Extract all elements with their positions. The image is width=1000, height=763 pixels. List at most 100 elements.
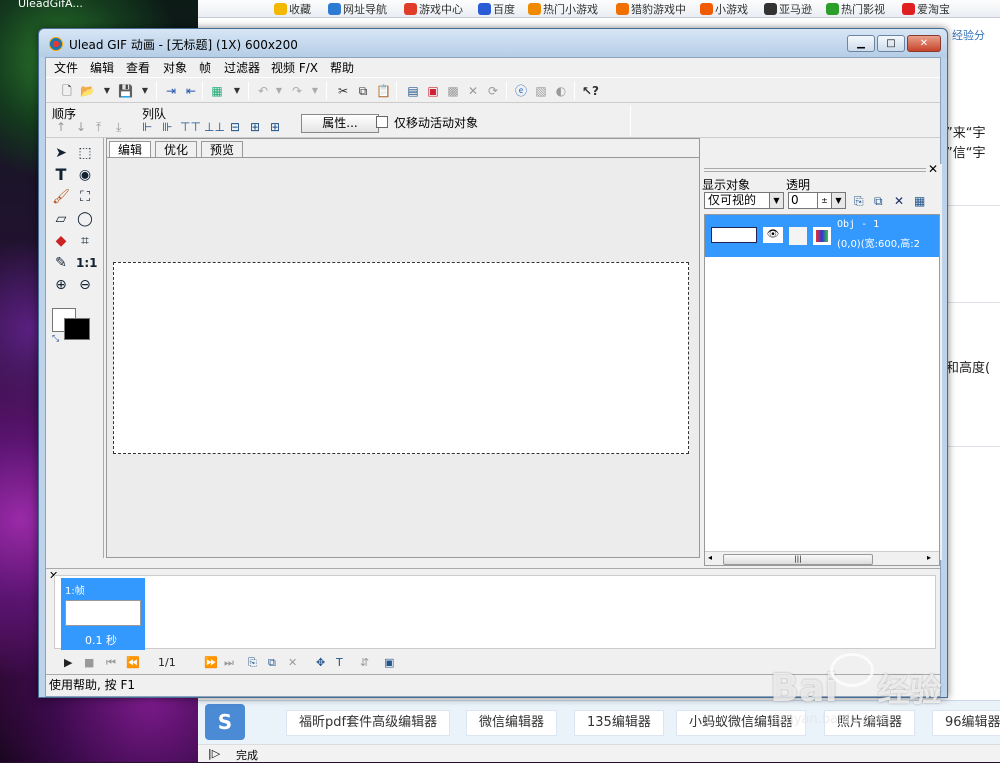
tab-optimize[interactable]: 优化: [155, 141, 198, 158]
menu-file[interactable]: 文件: [54, 59, 78, 76]
bookmark-nav[interactable]: 网址导航: [328, 1, 387, 17]
transform-tool-icon[interactable]: ◉: [76, 166, 94, 184]
align-top-icon[interactable]: ⊤⊤: [180, 120, 201, 134]
menu-object[interactable]: 对象: [163, 59, 187, 76]
tool-135-editor[interactable]: 135编辑器: [574, 710, 664, 736]
frame-icon[interactable]: ▤: [406, 84, 420, 98]
redo-icon[interactable]: ↷: [290, 84, 304, 98]
duplicate-object-icon[interactable]: ⧉: [874, 194, 883, 209]
spin-icon[interactable]: ±: [817, 193, 831, 208]
rotate-icon[interactable]: ⟳: [486, 84, 500, 98]
play-icon[interactable]: ▶: [64, 656, 72, 669]
minimize-button[interactable]: ▁: [847, 35, 875, 52]
bookmark-games[interactable]: 游戏中心: [404, 1, 463, 17]
bookmark-baidu[interactable]: 百度: [478, 1, 515, 17]
tween-icon[interactable]: ✥: [316, 656, 325, 669]
first-frame-icon[interactable]: ⏮: [106, 656, 116, 670]
swap-colors-icon[interactable]: ⤡: [52, 334, 59, 344]
object-list-item[interactable]: 👁 Obj - 1 (0,0)(宽:600,高:2: [705, 215, 939, 257]
delete-object-icon[interactable]: ✕: [894, 194, 904, 208]
menu-edit[interactable]: 编辑: [90, 59, 114, 76]
dropdown-icon[interactable]: ▼: [272, 84, 286, 98]
delete-frame-icon[interactable]: ✕: [288, 656, 297, 669]
horizontal-scrollbar[interactable]: ◂ ||| ▸: [705, 551, 939, 565]
actual-size-icon[interactable]: 1:1: [76, 254, 98, 272]
optimize-icon[interactable]: ▧: [534, 84, 548, 98]
breadcrumb[interactable]: 经验分: [952, 27, 985, 43]
zoom-out-icon[interactable]: ⊖: [76, 276, 94, 294]
frame-properties-icon[interactable]: ▣: [384, 656, 394, 669]
panel-grip[interactable]: [704, 168, 926, 172]
eyedropper-tool-icon[interactable]: ✎: [52, 254, 70, 272]
menu-video-fx[interactable]: 视频 F/X: [271, 59, 318, 76]
move-active-only-checkbox[interactable]: [376, 116, 388, 128]
send-to-back-icon[interactable]: ⤓: [116, 120, 121, 135]
dropdown-icon[interactable]: ▼: [308, 84, 322, 98]
eraser-tool-icon[interactable]: ▱: [52, 210, 70, 228]
copy-icon[interactable]: ⧉: [356, 84, 370, 98]
tab-edit[interactable]: 编辑: [109, 141, 152, 158]
save-icon[interactable]: 💾: [118, 84, 133, 98]
import-icon[interactable]: ⇥: [164, 84, 178, 98]
bookmark-hot-games[interactable]: 热门小游戏: [528, 1, 598, 17]
scroll-right-icon[interactable]: ▸: [927, 553, 931, 562]
lock-toggle[interactable]: [789, 227, 807, 245]
pick-tool-icon[interactable]: ➤: [52, 144, 70, 162]
crop-tool-icon[interactable]: ⌗: [76, 232, 94, 250]
lasso-tool-icon[interactable]: ⛶: [76, 188, 94, 206]
bring-forward-icon[interactable]: ↑: [56, 120, 66, 134]
sidebar-toggle-icon[interactable]: |▷: [208, 747, 220, 760]
panel-close-icon[interactable]: ✕: [928, 162, 938, 176]
bookmark-movies[interactable]: 热门影视: [826, 1, 885, 17]
banner-text-icon[interactable]: T: [336, 656, 343, 669]
object-properties-icon[interactable]: ▦: [914, 194, 925, 208]
dropdown-icon[interactable]: ▼: [230, 84, 244, 98]
menu-view[interactable]: 查看: [126, 59, 150, 76]
properties-button[interactable]: 属性...: [301, 114, 379, 133]
chevron-down-icon[interactable]: ▼: [831, 193, 845, 208]
object-icon[interactable]: ▩: [446, 84, 460, 98]
context-help-icon[interactable]: ↖?: [582, 84, 599, 98]
frame-thumbnail[interactable]: 1:帧 0.1 秒: [61, 578, 145, 650]
dropdown-icon[interactable]: ▼: [100, 84, 114, 98]
ellipse-select-icon[interactable]: ◯: [76, 210, 94, 228]
bookmark-amazon[interactable]: 亚马逊: [764, 1, 812, 17]
maximize-button[interactable]: □: [877, 35, 905, 52]
bookmark-taobao[interactable]: 爱淘宝: [902, 1, 950, 17]
dropdown-icon[interactable]: ▼: [138, 84, 152, 98]
previous-frame-icon[interactable]: ⏪: [126, 656, 140, 669]
scroll-left-icon[interactable]: ◂: [708, 553, 712, 562]
export-icon[interactable]: ⇤: [184, 84, 198, 98]
transparency-spinner[interactable]: 0 ± ▼: [788, 192, 846, 209]
text-tool-icon[interactable]: T: [52, 166, 70, 184]
next-frame-icon[interactable]: ⏩: [204, 656, 218, 669]
delete-icon[interactable]: ✕: [466, 84, 480, 98]
center-v-icon[interactable]: ⊞: [250, 120, 260, 134]
browser-preview-icon[interactable]: ⓔ: [514, 84, 528, 98]
zoom-in-icon[interactable]: ⊕: [52, 276, 70, 294]
sogou-logo-icon[interactable]: S: [205, 704, 245, 740]
brush-tool-icon[interactable]: 🖌: [52, 188, 70, 206]
menu-help[interactable]: 帮助: [330, 59, 354, 76]
cut-icon[interactable]: ✂: [336, 84, 350, 98]
close-button[interactable]: ✕: [907, 35, 941, 52]
show-objects-select[interactable]: 仅可视的 ▼: [704, 192, 784, 209]
duplicate-frame-icon[interactable]: ⧉: [268, 656, 276, 670]
stop-icon[interactable]: ■: [84, 656, 94, 669]
marquee-tool-icon[interactable]: ⬚: [76, 144, 94, 162]
add-frame-icon[interactable]: ⎘: [248, 656, 257, 670]
last-frame-icon[interactable]: ⏭: [224, 656, 234, 670]
fill-tool-icon[interactable]: ◆: [52, 232, 70, 250]
menu-frame[interactable]: 帧: [199, 59, 211, 76]
tab-preview[interactable]: 预览: [201, 141, 244, 158]
wizard-icon[interactable]: ◐: [554, 84, 568, 98]
menu-filter[interactable]: 过滤器: [224, 59, 260, 76]
scroll-thumb[interactable]: |||: [723, 554, 873, 565]
bookmark-favorites[interactable]: 收藏: [274, 1, 311, 17]
background-color[interactable]: [64, 318, 90, 340]
bring-to-front-icon[interactable]: ⤒: [96, 120, 101, 135]
new-icon[interactable]: 🗋: [60, 84, 74, 98]
undo-icon[interactable]: ↶: [256, 84, 270, 98]
desktop-icon-label[interactable]: UleadGifA...: [18, 0, 83, 10]
tool-96-editor[interactable]: 96编辑器: [932, 710, 1000, 736]
